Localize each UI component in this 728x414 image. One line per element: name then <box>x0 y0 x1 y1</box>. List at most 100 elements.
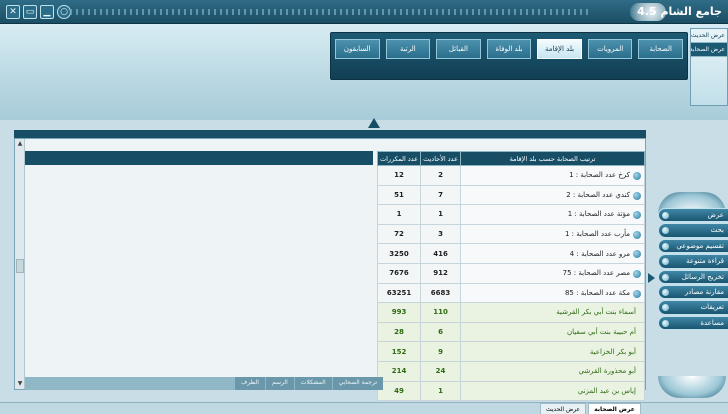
status-tab[interactable]: عرض الصحابة <box>588 403 641 414</box>
cell-label[interactable]: كندي عدد الصحابة : 2 <box>460 184 645 206</box>
cell-hadith: 1 <box>420 380 462 402</box>
nav-knob-icon <box>662 304 669 312</box>
cell-hadith: 1 <box>420 204 462 225</box>
table-row[interactable]: 993 110 أسماء بنت أبي بكر القرشية <box>376 302 645 323</box>
column-header-count[interactable]: عدد المكررات <box>376 151 422 166</box>
cell-label-text: مؤتة عدد الصحابة : 1 <box>567 210 630 219</box>
bottom-tab[interactable]: المشكلات <box>294 377 332 390</box>
nav-knob-icon <box>662 258 669 266</box>
cell-label[interactable]: مأرب عدد الصحابة : 1 <box>460 223 645 245</box>
side-nav-label: تخريج الرسائل <box>681 272 724 281</box>
table-row[interactable]: 7676 912 مصر عدد الصحابة : 75 <box>376 262 645 284</box>
bottom-tabs: ترجمة الصحابي المشكلات الرسم الطرف <box>25 377 383 390</box>
cell-hadith: 9 <box>420 341 462 362</box>
top-tab[interactable]: السابقون <box>334 39 380 59</box>
maximize-icon[interactable]: ▭ <box>23 5 37 19</box>
table-row[interactable]: 72 3 مأرب عدد الصحابة : 1 <box>376 223 645 245</box>
cell-label[interactable]: مكة عدد الصحابة : 85 <box>460 282 645 304</box>
cell-hadith: 3 <box>420 223 462 245</box>
nav-knob-icon <box>662 242 669 250</box>
side-nav-item[interactable]: تخريج الرسائل <box>658 269 728 284</box>
top-tab[interactable]: بلد الوفاة <box>486 39 532 59</box>
table-row[interactable]: 152 9 أبو بكر الخزاعية <box>376 341 645 362</box>
table-row[interactable]: 63251 6683 مكة عدد الصحابة : 85 <box>376 282 645 304</box>
cell-label[interactable]: مرو عدد الصحابة : 4 <box>460 243 645 264</box>
cell-count: 993 <box>376 302 422 323</box>
vertical-scrollbar[interactable]: ▲ ▼ <box>15 139 25 389</box>
cell-hadith: 416 <box>420 243 462 264</box>
table-row[interactable]: 1 1 مؤتة عدد الصحابة : 1 <box>376 204 645 225</box>
bottom-tab[interactable]: الطرف <box>235 377 265 390</box>
cell-label[interactable]: أسماء بنت أبي بكر القرشية <box>460 302 645 323</box>
bullet-icon <box>633 250 641 259</box>
top-tab[interactable]: الصحابة <box>638 39 683 59</box>
table-row[interactable]: 12 2 كرخ عدد الصحابة : 1 <box>376 165 645 186</box>
table-row[interactable]: 49 1 إياس بن عبد المزني <box>376 380 645 402</box>
nav-knob-icon <box>662 212 669 219</box>
side-nav-label: قراءة متنوعة <box>686 257 724 266</box>
side-nav-item[interactable]: عرض <box>658 208 728 223</box>
collapse-arrow-icon[interactable] <box>368 118 380 128</box>
cell-label-text: مرو عدد الصحابة : 4 <box>569 249 630 258</box>
scroll-thumb[interactable] <box>16 259 24 273</box>
side-nav-item[interactable]: مقارنة مصادر <box>658 284 728 300</box>
table-row[interactable]: 3250 416 مرو عدد الصحابة : 4 <box>376 243 645 264</box>
header-area: الصحابة المرويات بلد الإقامة بلد الوفاة القب… <box>0 24 728 120</box>
table-row[interactable]: 51 7 كندي عدد الصحابة : 2 <box>376 184 645 206</box>
help-icon[interactable]: ○ <box>57 5 71 19</box>
column-header-hadith[interactable]: عدد الأحاديث <box>420 151 462 166</box>
cell-label-text: أبو بكر الخزاعية <box>589 347 636 356</box>
nav-knob-icon <box>662 319 669 327</box>
minimize-icon[interactable]: ▁ <box>40 5 54 19</box>
cell-label[interactable]: إياس بن عبد المزني <box>460 380 645 402</box>
cell-label-text: كندي عدد الصحابة : 2 <box>566 190 630 199</box>
right-panel: عرض الحديث عرض الصحابة <box>690 28 728 106</box>
top-tab[interactable]: القبائل <box>436 39 481 59</box>
cell-label[interactable]: مؤتة عدد الصحابة : 1 <box>460 204 645 225</box>
side-nav-item[interactable]: مساعدة <box>658 315 728 331</box>
side-nav-label: تعريفات <box>700 303 724 312</box>
cell-hadith: 6 <box>420 321 462 343</box>
scroll-up-icon[interactable]: ▲ <box>15 139 25 149</box>
cell-count: 7676 <box>376 262 422 284</box>
bottom-tab[interactable]: الرسم <box>265 377 294 390</box>
close-icon[interactable]: ✕ <box>6 5 20 19</box>
top-tab[interactable]: الرتبة <box>385 39 431 59</box>
side-nav-item[interactable]: بحث <box>658 223 728 238</box>
bullet-icon <box>633 289 641 298</box>
side-nav-label: عرض <box>707 211 724 219</box>
title-bar-pattern <box>70 9 588 15</box>
side-nav-item[interactable]: تعريفات <box>658 300 728 315</box>
cell-hadith: 110 <box>420 302 462 323</box>
side-nav-label: بحث <box>710 226 724 235</box>
table-row[interactable]: 28 6 أم حبيبة بنت أبي سفيان <box>376 321 645 343</box>
cell-count: 214 <box>376 360 422 382</box>
bullet-icon <box>633 230 641 239</box>
side-navigation: عرض بحث تقسيم موضوعي قراءة متنوعة تخريج الرس… <box>658 208 728 331</box>
side-nav-label: تقسيم موضوعي <box>676 241 724 250</box>
bottom-tab[interactable]: ترجمة الصحابي <box>332 377 383 390</box>
status-tab[interactable]: عرض الحديث <box>540 403 587 414</box>
table-row[interactable]: 214 24 أبو محذورة القرشي <box>376 360 645 382</box>
column-header-label[interactable]: ترتيب الصحابة حسب بلد الإقامة <box>460 151 645 166</box>
stats-table: عدد المكررات عدد الأحاديث ترتيب الصحابة … <box>376 151 645 402</box>
cell-label[interactable]: أبو بكر الخزاعية <box>460 341 645 362</box>
status-tabs: عرض الصحابة عرض الحديث <box>540 403 641 414</box>
cell-label[interactable]: كرخ عدد الصحابة : 1 <box>460 165 645 186</box>
cell-hadith: 2 <box>420 165 462 186</box>
top-tab[interactable]: بلد الإقامة <box>537 39 582 59</box>
cell-label-text: مصر عدد الصحابة : 75 <box>562 269 630 278</box>
side-nav-item[interactable]: قراءة متنوعة <box>658 254 728 269</box>
right-panel-item[interactable]: عرض الصحابة <box>691 43 727 57</box>
cell-label[interactable]: أبو محذورة القرشي <box>460 360 645 382</box>
cell-count: 12 <box>376 165 422 186</box>
cell-label[interactable]: مصر عدد الصحابة : 75 <box>460 262 645 284</box>
right-panel-item[interactable]: عرض الحديث <box>691 29 727 43</box>
cell-label[interactable]: أم حبيبة بنت أبي سفيان <box>460 321 645 343</box>
side-nav-item[interactable]: تقسيم موضوعي <box>658 238 728 254</box>
scroll-down-icon[interactable]: ▼ <box>15 379 25 389</box>
cell-hadith: 7 <box>420 184 462 206</box>
top-tab[interactable]: المرويات <box>587 39 633 59</box>
nav-pointer-icon <box>648 273 655 283</box>
nav-ornament-bottom <box>658 376 726 398</box>
